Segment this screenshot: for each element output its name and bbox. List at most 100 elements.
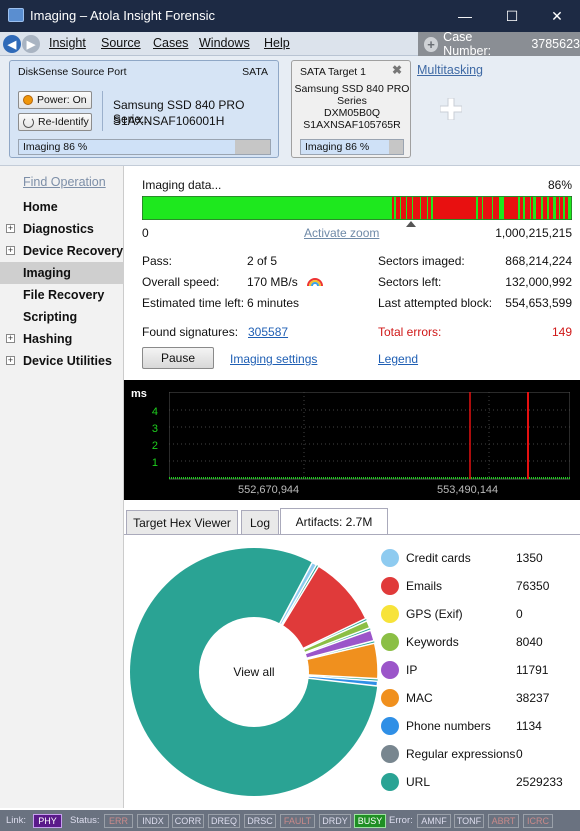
source-progress-label: Imaging 86 % (23, 141, 88, 153)
legend-value: 2529233 (516, 775, 563, 789)
status-tag-drdy: DRDY (319, 814, 351, 828)
link-label: Link: (6, 815, 27, 826)
status-tag-dreq: DREQ (208, 814, 240, 828)
legend-value: 0 (516, 747, 523, 761)
legend-link[interactable]: Legend (378, 352, 418, 366)
pause-button[interactable]: Pause (142, 347, 214, 369)
case-label: Case Number: (443, 30, 492, 58)
time-left-value: 6 minutes (247, 296, 300, 310)
source-progress-bar: Imaging 86 % (18, 139, 271, 155)
tab-target-hex-viewer[interactable]: Target Hex Viewer (126, 510, 238, 535)
signatures-link[interactable]: 305587 (248, 325, 288, 339)
add-device-icon[interactable] (440, 98, 462, 120)
menu-bar: ◀ ▶ Insight Source Cases Windows Help + … (0, 30, 580, 58)
find-operation-link[interactable]: Find Operation (23, 175, 106, 189)
close-button[interactable]: ✕ (534, 0, 580, 32)
gps-dot-icon (381, 605, 399, 623)
expand-icon[interactable]: + (6, 246, 15, 255)
legend-value: 0 (516, 607, 523, 621)
legend-name: Regular expressions (406, 747, 516, 761)
reidentify-button-label: Re-Identify (38, 116, 89, 128)
add-case-icon[interactable]: + (424, 36, 439, 52)
error-tag-abrt: ABRT (488, 814, 519, 828)
sidebar-item-hashing[interactable]: + Hashing (0, 328, 124, 350)
case-number: 3785623 (531, 37, 580, 51)
case-number-box[interactable]: + Case Number: 3785623 (418, 30, 580, 58)
maximize-button[interactable]: ☐ (489, 0, 535, 32)
phone-numbers-dot-icon (381, 717, 399, 735)
legend-name: URL (406, 775, 431, 789)
sidebar-item-device-recovery[interactable]: + Device Recovery (0, 240, 124, 262)
close-target-icon[interactable]: ✖ (392, 63, 402, 77)
graph-unit: ms (131, 388, 147, 400)
read-time-graph: ms 4 3 2 1 552,670,944 553,490,144 (124, 380, 580, 500)
status-tag-corr: CORR (172, 814, 204, 828)
last-block-label: Last attempted block: (378, 296, 493, 310)
position-marker-icon (406, 221, 416, 227)
title-bar: Imaging – Atola Insight Forensic — ☐ ✕ (0, 0, 580, 32)
status-tag-err: ERR (104, 814, 133, 828)
error-tag-icrc: ICRC (523, 814, 553, 828)
reidentify-button[interactable]: Re-Identify (18, 113, 92, 131)
sidebar-item-imaging[interactable]: Imaging (0, 262, 124, 284)
menu-help[interactable]: Help (264, 36, 290, 50)
legend-value: 8040 (516, 635, 543, 649)
expand-icon[interactable]: + (6, 356, 15, 365)
source-port-panel[interactable]: DiskSense Source Port SATA Power: On Re-… (9, 60, 279, 158)
graph-x-label-2: 553,490,144 (437, 484, 499, 496)
tab-bar: Target Hex Viewer Log Artifacts: 2.7M (124, 508, 580, 535)
url-dot-icon (381, 773, 399, 791)
pass-value: 2 of 5 (247, 254, 278, 268)
activate-zoom-link[interactable]: Activate zoom (304, 226, 379, 240)
ports-row: DiskSense Source Port SATA Power: On Re-… (0, 56, 580, 166)
tab-log[interactable]: Log (241, 510, 279, 535)
sidebar-item-home[interactable]: Home (0, 196, 124, 218)
keywords-dot-icon (381, 633, 399, 651)
sectors-imaged-value: 868,214,224 (505, 254, 572, 268)
graph-x-label-1: 552,670,944 (238, 484, 300, 496)
view-all-label[interactable]: View all (233, 665, 274, 679)
target-progress-label: Imaging 86 % (305, 141, 370, 153)
sectors-left-value: 132,000,992 (505, 275, 572, 289)
minimize-button[interactable]: — (442, 0, 488, 32)
status-tag-fault: FAULT (280, 814, 315, 828)
sidebar-item-device-utilities[interactable]: + Device Utilities (0, 350, 124, 372)
range-start: 0 (142, 226, 149, 240)
target-model-line2: Series (337, 95, 367, 107)
imaging-settings-link[interactable]: Imaging settings (230, 352, 317, 366)
sidebar-item-file-recovery[interactable]: File Recovery (0, 284, 124, 306)
target-port-header: SATA Target 1 (300, 66, 366, 78)
artifacts-donut-chart[interactable]: View all (129, 547, 379, 797)
imaging-map-bar[interactable] (142, 196, 572, 220)
sidebar-item-diagnostics[interactable]: + Diagnostics (0, 218, 124, 240)
multitasking-link[interactable]: Multitasking (417, 63, 483, 77)
forward-arrow-icon[interactable]: ▶ (22, 35, 40, 53)
emails-dot-icon (381, 577, 399, 595)
menu-insight[interactable]: Insight (49, 36, 86, 50)
sectors-imaged-label: Sectors imaged: (378, 254, 465, 268)
expand-icon[interactable]: + (6, 224, 15, 233)
power-button[interactable]: Power: On (18, 91, 92, 109)
sectors-left-label: Sectors left: (378, 275, 442, 289)
app-icon (8, 8, 24, 22)
target-port-panel[interactable]: SATA Target 1 ✖ Samsung SSD 840 PRO Seri… (291, 60, 411, 158)
range-end: 1,000,215,215 (495, 226, 572, 240)
imaging-percent: 86% (547, 178, 572, 192)
error-tag-amnf: AMNF (417, 814, 451, 828)
status-tag-indx: INDX (137, 814, 169, 828)
y-tick-1: 1 (151, 457, 158, 469)
tab-artifacts[interactable]: Artifacts: 2.7M (280, 508, 388, 535)
source-port-header: DiskSense Source Port (18, 66, 127, 78)
ip-dot-icon (381, 661, 399, 679)
target-serial: S1AXNSAF105765R (303, 119, 401, 131)
menu-source[interactable]: Source (101, 36, 141, 50)
credit-cards-dot-icon (381, 549, 399, 567)
graph-plot (169, 392, 570, 480)
time-left-label: Estimated time left: (142, 296, 245, 310)
expand-icon[interactable]: + (6, 334, 15, 343)
back-arrow-icon[interactable]: ◀ (3, 35, 21, 53)
menu-cases[interactable]: Cases (153, 36, 188, 50)
sidebar-item-scripting[interactable]: Scripting (0, 306, 124, 328)
legend-name: Credit cards (406, 551, 471, 565)
menu-windows[interactable]: Windows (199, 36, 250, 50)
